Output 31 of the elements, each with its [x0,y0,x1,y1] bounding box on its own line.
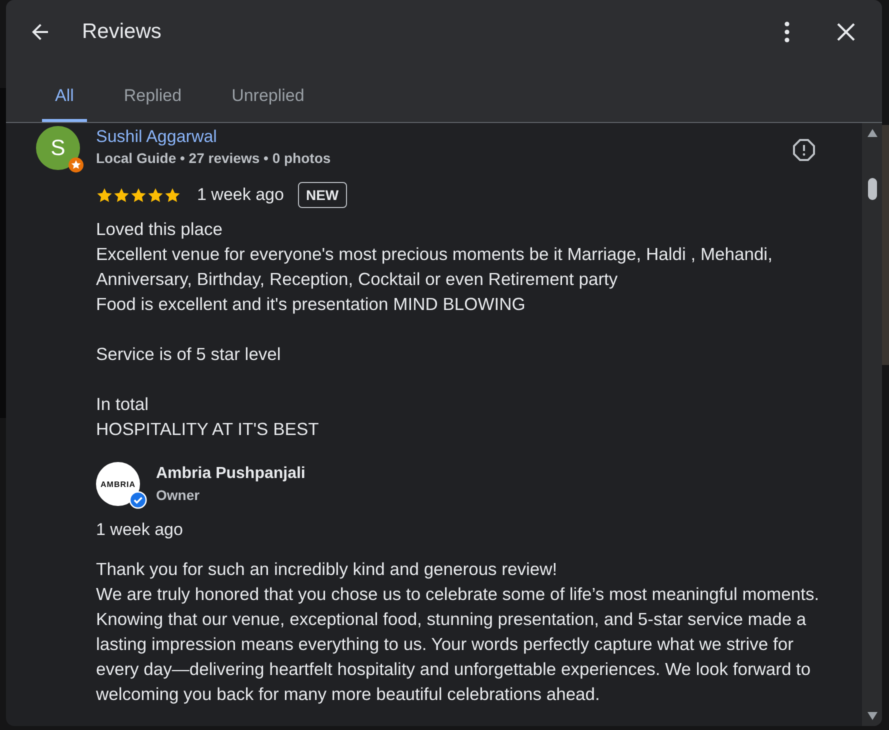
review-text: In total [96,393,150,416]
new-badge: NEW [298,182,347,208]
scrollbar[interactable] [862,123,882,726]
close-icon[interactable] [836,22,856,42]
review-text: Food is excellent and it's presentation MIND BLOWING [96,293,526,316]
filter-tab[interactable]: Unreplied [218,64,318,122]
review-text: Service is of 5 star level [96,343,282,366]
review-text: Excellent venue for everyone's most precious moments be it Marriage, Haldi , Mehandi, Anniversary, Birthday, Reception, Cocktail or even Retirement party [96,243,774,291]
star-icon [130,186,147,204]
scroll-down-icon[interactable] [866,712,878,720]
review-text: HOSPITALITY AT IT'S BEST [96,418,320,441]
review-text: Loved this place [96,218,224,241]
dialog-title: Reviews [82,20,162,44]
star-icon [113,186,130,204]
filter-tab[interactable]: Replied [110,64,195,122]
scroll-thumb[interactable] [868,178,876,200]
star-icon [96,186,113,204]
more-options-icon[interactable] [784,21,790,43]
owner-role: Owner [156,486,201,505]
scroll-up-icon[interactable] [866,129,878,137]
reply-text: Thank you for such an incredibly kind and generous review! [96,558,558,581]
star-icon [147,186,164,204]
report-icon[interactable] [792,138,816,162]
reviewer-info: Local Guide • 27 reviews • 0 photos [96,149,331,168]
review-date: 1 week ago [197,185,284,205]
owner-name: Ambria Pushpanjali [156,464,306,484]
star-icon [164,186,181,204]
filter-tab[interactable]: All [42,64,87,122]
reply-text: We are truly honored that you chose us to celebrate some of life’s most meaningful moments. Knowing that our venue, exceptional food, stunning presentation, and 5-star service made a lasting impression means everything to us. Your words perfectly capture what we strive for every day—delivering heartfelt hospitality and unforgettable experiences. We look forward to welcoming you back for many more beautiful celebrations ahead. [96,583,820,706]
reviewer-name[interactable]: Sushil Aggarwal [96,126,331,148]
reply-date: 1 week ago [96,519,184,541]
